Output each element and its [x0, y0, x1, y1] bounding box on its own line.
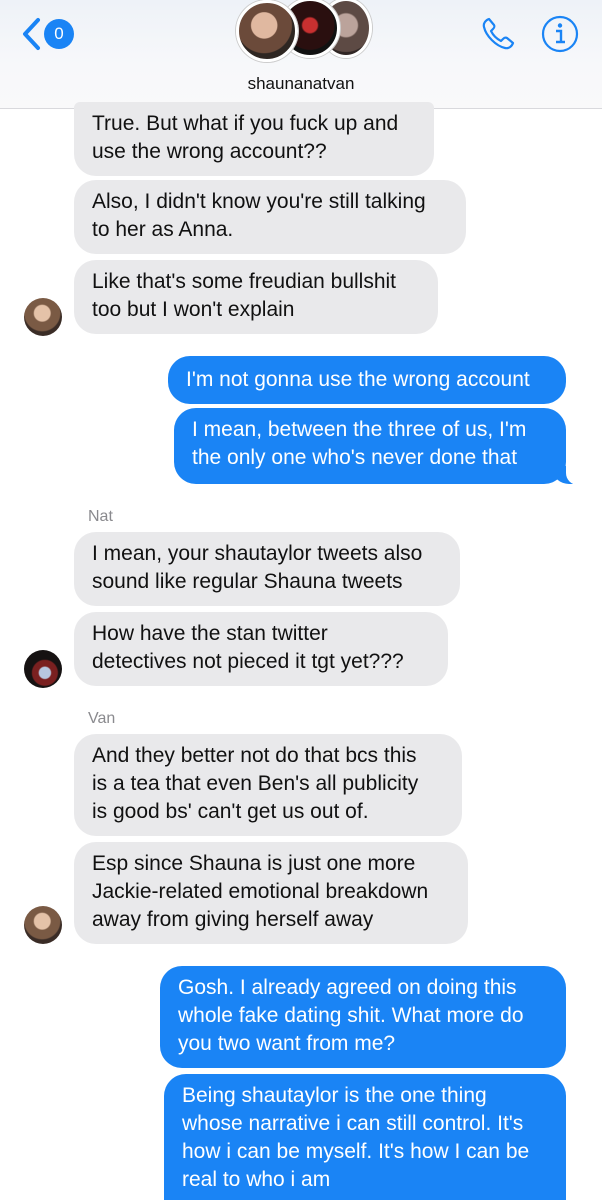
- info-icon: [541, 15, 579, 53]
- sender-name: Van: [88, 710, 116, 727]
- details-button[interactable]: [540, 14, 580, 59]
- message-bubble-outgoing[interactable]: Gosh. I already agreed on doing this who…: [160, 966, 566, 1068]
- unread-count-badge: 0: [44, 19, 74, 49]
- avatar: [24, 906, 62, 944]
- message-bubble-incoming[interactable]: And they better not do that bcs this is …: [74, 734, 462, 836]
- message-bubble-incoming[interactable]: I mean, your shautaylor tweets also soun…: [74, 532, 460, 606]
- conversation-header: 0 shaunanatvan: [0, 0, 602, 109]
- sender-name: Nat: [88, 508, 113, 525]
- message-bubble-incoming[interactable]: Like that's some freudian bullshit too b…: [74, 260, 438, 334]
- message-bubble-incoming[interactable]: Also, I didn't know you're still talking…: [74, 180, 466, 254]
- avatar: [24, 298, 62, 336]
- message-bubble-outgoing[interactable]: I'm not gonna use the wrong account: [168, 356, 566, 404]
- message-bubble-incoming[interactable]: True. But what if you fuck up and use th…: [74, 102, 434, 176]
- avatar: [236, 0, 298, 62]
- phone-icon: [482, 17, 515, 50]
- chevron-left-icon: [23, 18, 40, 50]
- message-bubble-outgoing[interactable]: I mean, between the three of us, I'm the…: [174, 408, 586, 485]
- call-button[interactable]: [478, 14, 518, 59]
- message-bubble-outgoing[interactable]: Being shautaylor is the one thing whose …: [164, 1074, 566, 1200]
- conversation-title[interactable]: shaunanatvan: [0, 74, 602, 94]
- message-bubble-incoming[interactable]: How have the stan twitter detectives not…: [74, 612, 448, 686]
- avatar: [24, 650, 62, 688]
- group-avatars[interactable]: [234, 0, 372, 64]
- message-bubble-incoming[interactable]: Esp since Shauna is just one more Jackie…: [74, 842, 468, 944]
- back-button[interactable]: 0: [20, 16, 74, 52]
